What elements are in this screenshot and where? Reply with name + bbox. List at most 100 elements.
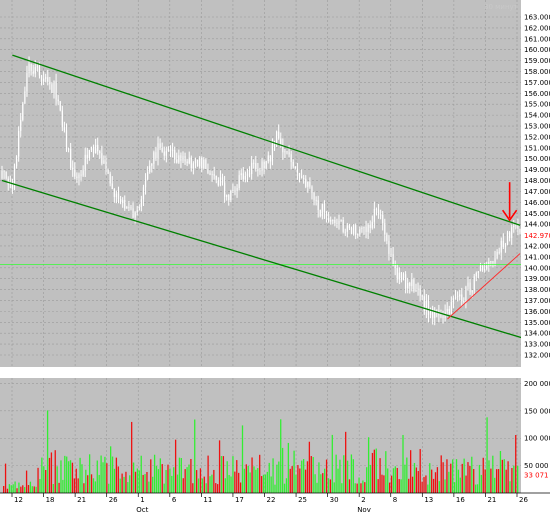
volume-bar xyxy=(411,476,414,493)
volume-bar xyxy=(243,468,246,493)
volume-bar xyxy=(331,434,333,493)
candle-body xyxy=(263,161,265,169)
volume-bar xyxy=(371,452,374,493)
volume-bar xyxy=(517,465,519,493)
volume-bar xyxy=(195,470,198,493)
volume-bar xyxy=(492,455,494,493)
volume-bar xyxy=(35,486,37,493)
volume-bar xyxy=(45,470,47,493)
candle-body xyxy=(90,146,93,151)
candle-body xyxy=(95,144,97,154)
candle-body xyxy=(132,208,134,218)
time-tick-label: 21 xyxy=(487,496,496,504)
candle-body xyxy=(484,268,486,271)
candle-body xyxy=(369,224,371,228)
volume-bar xyxy=(18,482,20,493)
current-volume-tag: 33 071 xyxy=(521,469,550,479)
candle-body xyxy=(186,161,188,164)
candle-body xyxy=(142,187,145,200)
volume-bar xyxy=(69,460,72,493)
volume-bar xyxy=(467,462,469,493)
candle-body xyxy=(1,170,3,179)
volume-bar xyxy=(14,481,16,493)
price-tick-label: 135.000 xyxy=(524,319,550,327)
candle-body xyxy=(325,212,328,219)
volume-bar xyxy=(497,469,500,493)
candle-body xyxy=(149,165,151,172)
month-label: Nov xyxy=(357,506,371,514)
volume-bar xyxy=(209,476,211,493)
candle-body xyxy=(288,152,290,155)
volume-bar xyxy=(482,457,484,493)
candle-body xyxy=(122,200,124,204)
current-price-tag: 142.970 xyxy=(521,230,550,240)
candle-body xyxy=(36,66,38,68)
volume-bar xyxy=(8,484,11,493)
volume-bar xyxy=(259,454,261,493)
volume-bar xyxy=(12,484,14,493)
volume-bar xyxy=(513,465,515,493)
volume-bar xyxy=(22,485,24,493)
candle-body xyxy=(373,208,375,222)
candle-body xyxy=(221,177,224,183)
time-tick-label: 30 xyxy=(330,496,339,504)
candle-body xyxy=(413,279,415,292)
candle-body xyxy=(344,231,346,233)
candle-body xyxy=(315,200,317,202)
candle-body xyxy=(124,200,126,209)
volume-bar xyxy=(203,476,205,493)
candle-body xyxy=(53,81,55,94)
volume-bar xyxy=(260,476,263,493)
candle-body xyxy=(234,190,236,192)
price-tick-label: 137.000 xyxy=(524,297,550,305)
volume-bar xyxy=(402,434,404,493)
candle-body xyxy=(269,155,271,162)
volume-bar xyxy=(85,469,87,493)
volume-bar xyxy=(509,481,511,493)
candle-body xyxy=(28,64,30,74)
volume-bar xyxy=(423,477,425,493)
volume-bar xyxy=(10,485,12,493)
month-label: Oct xyxy=(136,506,148,514)
volume-bar xyxy=(442,462,444,493)
volume-bar xyxy=(186,467,188,493)
candle-body xyxy=(30,64,32,71)
volume-bar xyxy=(471,456,473,493)
volume-bar xyxy=(132,462,135,493)
candle-body xyxy=(180,155,182,161)
volume-bar xyxy=(129,475,131,493)
volume-bar xyxy=(308,441,311,493)
candle-body xyxy=(240,173,242,176)
volume-bar xyxy=(352,459,354,493)
time-tick-label: 25 xyxy=(298,496,307,504)
volume-bar xyxy=(431,469,433,493)
volume-bar xyxy=(123,476,125,493)
price-tick-label: 159.000 xyxy=(524,57,550,65)
candle-body xyxy=(20,119,22,131)
volume-bar xyxy=(201,478,204,493)
candle-body xyxy=(251,162,253,175)
candle-body xyxy=(317,200,319,211)
volume-bar xyxy=(67,461,70,493)
candle-body xyxy=(136,210,138,213)
price-tick-label: 149.000 xyxy=(524,166,550,174)
price-tick-label: 152.000 xyxy=(524,133,550,141)
price-tick-label: 138.000 xyxy=(524,286,550,294)
candle-body xyxy=(261,161,263,171)
price-tick-label: 139.000 xyxy=(524,275,550,283)
candle-body xyxy=(55,81,57,100)
volume-bar xyxy=(390,475,393,493)
candle-body xyxy=(450,302,452,314)
candle-body xyxy=(40,75,43,82)
candle-body xyxy=(86,154,88,159)
volume-bar xyxy=(62,479,64,493)
candle-body xyxy=(506,232,509,245)
volume-bar xyxy=(452,459,454,493)
candle-body xyxy=(296,168,299,174)
candle-body xyxy=(465,286,467,302)
candle-body xyxy=(294,166,296,169)
volume-bar xyxy=(236,460,238,493)
stock-chart: 30 минут 163.000 162.000 161.000 160.000 159… xyxy=(0,0,550,516)
volume-bar xyxy=(39,478,41,493)
candle-body xyxy=(502,240,504,247)
